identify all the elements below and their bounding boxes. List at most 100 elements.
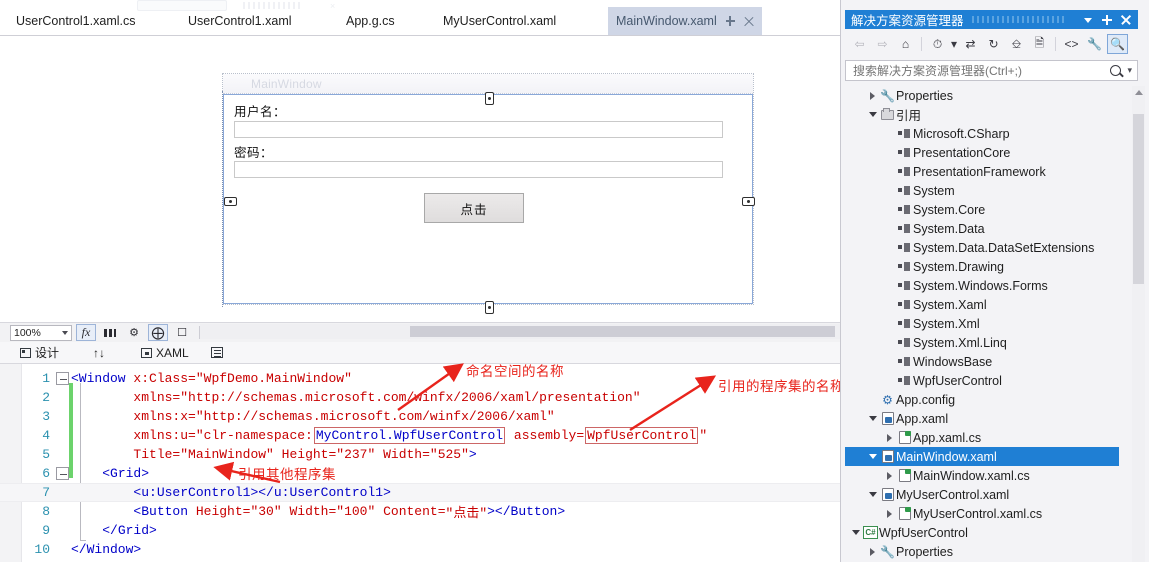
tree-item-microsoft-csharp[interactable]: Microsoft.CSharp bbox=[845, 124, 1123, 143]
tree-item-app-xaml[interactable]: App.xaml bbox=[845, 409, 1123, 428]
reference-icon bbox=[898, 205, 911, 214]
folder-icon bbox=[881, 107, 894, 120]
tree-item-label: WpfUserControl bbox=[913, 373, 1002, 388]
search-input[interactable] bbox=[851, 62, 1111, 79]
expander[interactable] bbox=[849, 530, 862, 535]
properties-wrench-icon[interactable]: 🔧 bbox=[1084, 34, 1105, 54]
tree-item--[interactable]: 引用 bbox=[845, 105, 1123, 124]
forward-icon[interactable]: ⇨ bbox=[872, 34, 893, 54]
tree-item-label: App.xaml.cs bbox=[913, 430, 982, 445]
tree-item-system-data[interactable]: System.Data bbox=[845, 219, 1123, 238]
expander[interactable] bbox=[866, 416, 879, 421]
chevron-right-icon bbox=[887, 433, 892, 442]
refresh-icon[interactable]: ↻ bbox=[983, 34, 1004, 54]
tree-item-windowsbase[interactable]: WindowsBase bbox=[845, 352, 1123, 371]
tree-item-icon bbox=[896, 431, 913, 444]
sync-icon[interactable]: ⇄ bbox=[960, 34, 981, 54]
expander[interactable] bbox=[883, 471, 896, 480]
preview-selected-icon[interactable]: 🔍 bbox=[1107, 34, 1128, 54]
annotation-namespace: 命名空间的名称 bbox=[466, 364, 564, 379]
tree-item-label: App.config bbox=[896, 392, 956, 407]
tree-item-system[interactable]: System bbox=[845, 181, 1123, 200]
xaml-icon bbox=[881, 412, 894, 425]
tree-item-icon bbox=[896, 129, 913, 138]
tree-item-icon bbox=[896, 469, 913, 482]
chevron-down-icon[interactable]: ▾ bbox=[1127, 65, 1132, 76]
close-icon[interactable] bbox=[1120, 14, 1132, 26]
tree-item-system-xml-linq[interactable]: System.Xml.Linq bbox=[845, 333, 1123, 352]
wrench-icon: 🔧 bbox=[880, 88, 895, 103]
tree-item-icon bbox=[896, 281, 913, 290]
tree-item-icon bbox=[896, 205, 913, 214]
toolbar-divider bbox=[921, 37, 922, 51]
tree-item-app-xaml-cs[interactable]: App.xaml.cs bbox=[845, 428, 1123, 447]
tree-item-label: MainWindow.xaml.cs bbox=[913, 468, 1030, 483]
search-icon[interactable] bbox=[1110, 65, 1122, 76]
expander[interactable] bbox=[883, 509, 896, 518]
expander[interactable] bbox=[866, 547, 879, 556]
annotation-reference: 引用其他程序集 bbox=[238, 467, 336, 482]
tree-item-mainwindow-xaml-cs[interactable]: MainWindow.xaml.cs bbox=[845, 466, 1123, 485]
solution-explorer-search[interactable]: ▾ bbox=[845, 60, 1138, 81]
chevron-down-icon bbox=[868, 492, 877, 497]
tree-item-system-xml[interactable]: System.Xml bbox=[845, 314, 1123, 333]
tree-item-label: WpfUserControl bbox=[879, 525, 968, 540]
expander[interactable] bbox=[866, 112, 879, 117]
back-icon[interactable]: ⇦ bbox=[849, 34, 870, 54]
header-drag-dots[interactable] bbox=[971, 16, 1067, 23]
reference-icon bbox=[898, 262, 911, 271]
tree-item-icon: ⚙ bbox=[879, 393, 896, 407]
tree-item-system-windows-forms[interactable]: System.Windows.Forms bbox=[845, 276, 1123, 295]
chevron-right-icon bbox=[887, 471, 892, 480]
expander[interactable] bbox=[883, 433, 896, 442]
show-all-files-icon[interactable]: 🗎 bbox=[1029, 34, 1050, 54]
tree-item-icon: C# bbox=[862, 526, 879, 539]
tree-item-icon: 🔧 bbox=[879, 89, 896, 103]
tree-item-label: App.xaml bbox=[896, 411, 949, 426]
expander[interactable] bbox=[866, 492, 879, 497]
pin-icon[interactable] bbox=[1101, 14, 1113, 26]
tree-item-wpfusercontrol[interactable]: C# WpfUserControl bbox=[845, 523, 1123, 542]
reference-icon bbox=[898, 129, 911, 138]
annotation-assembly: 引用的程序集的名称 bbox=[718, 379, 844, 394]
tree-item-icon bbox=[896, 186, 913, 195]
history-icon[interactable]: ⏱ bbox=[927, 34, 948, 54]
tree-item-system-core[interactable]: System.Core bbox=[845, 200, 1123, 219]
chevron-down-icon bbox=[851, 530, 860, 535]
code-view-icon[interactable]: <> bbox=[1061, 34, 1082, 54]
tree-item-system-drawing[interactable]: System.Drawing bbox=[845, 257, 1123, 276]
reference-icon bbox=[898, 300, 911, 309]
chevron-down-icon[interactable] bbox=[1082, 14, 1094, 26]
chevron-down-icon bbox=[868, 454, 877, 459]
chevron-down-icon[interactable]: ▾ bbox=[950, 34, 958, 54]
tree-item-icon bbox=[896, 319, 913, 328]
tree-item-icon bbox=[896, 148, 913, 157]
reference-icon bbox=[898, 148, 911, 157]
solution-explorer-panel: 解决方案资源管理器 ⇦ ⇨ ⌂ ⏱ ▾ ⇄ ↻ ⎒ 🗎 <> 🔧 🔍 ▾ bbox=[840, 0, 1149, 562]
tree-item-wpfusercontrol[interactable]: WpfUserControl bbox=[845, 371, 1123, 390]
tree-item-system-xaml[interactable]: System.Xaml bbox=[845, 295, 1123, 314]
tree-item-system-data-datasetextensions[interactable]: System.Data.DataSetExtensions bbox=[845, 238, 1123, 257]
reference-icon bbox=[898, 186, 911, 195]
config-icon: ⚙ bbox=[882, 392, 893, 407]
tree-item-mainwindow-xaml[interactable]: MainWindow.xaml bbox=[845, 447, 1119, 466]
tree-item-label: System bbox=[913, 183, 955, 198]
tree-item-properties[interactable]: 🔧 Properties bbox=[845, 86, 1123, 105]
tree-item-icon bbox=[896, 300, 913, 309]
tree-item-presentationframework[interactable]: PresentationFramework bbox=[845, 162, 1123, 181]
tree-item-app-config[interactable]: ⚙ App.config bbox=[845, 390, 1123, 409]
collapse-all-icon[interactable]: ⎒ bbox=[1006, 34, 1027, 54]
tree-item-myusercontrol-xaml-cs[interactable]: MyUserControl.xaml.cs bbox=[845, 504, 1123, 523]
chevron-down-icon bbox=[868, 112, 877, 117]
tree-item-properties[interactable]: 🔧 Properties bbox=[845, 542, 1123, 561]
tree-item-presentationcore[interactable]: PresentationCore bbox=[845, 143, 1123, 162]
expander[interactable] bbox=[866, 454, 879, 459]
home-icon[interactable]: ⌂ bbox=[895, 34, 916, 54]
tree-item-label: PresentationFramework bbox=[913, 164, 1046, 179]
solution-explorer-tree[interactable]: 🔧 Properties 引用 Microsoft.CSharp Presentatio… bbox=[845, 86, 1123, 562]
tree-item-myusercontrol-xaml[interactable]: MyUserControl.xaml bbox=[845, 485, 1123, 504]
xaml-icon bbox=[881, 450, 894, 463]
expander[interactable] bbox=[866, 91, 879, 100]
chevron-right-icon bbox=[870, 547, 875, 556]
solution-explorer-header: 解决方案资源管理器 bbox=[845, 10, 1138, 29]
